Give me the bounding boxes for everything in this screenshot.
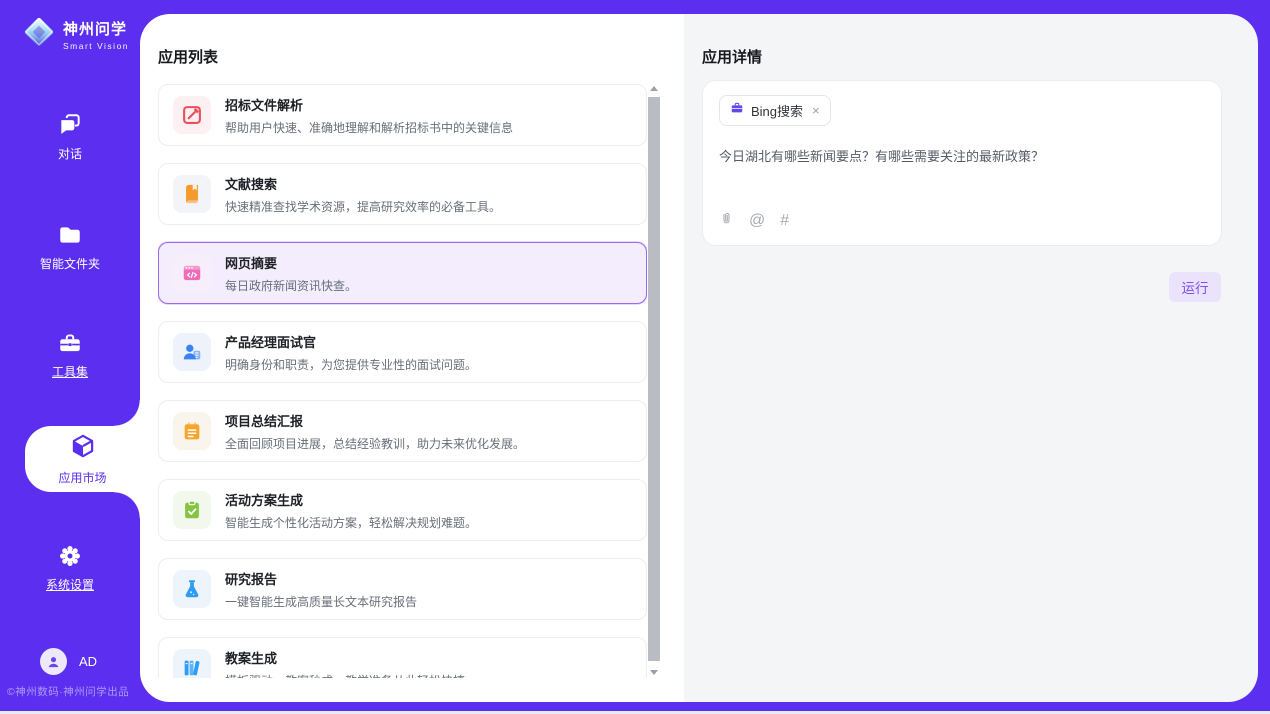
sidebar: 神州问学 Smart Vision 对话 智能文件夹	[0, 0, 140, 711]
app-card-research-report[interactable]: 研究报告 一键智能生成高质量长文本研究报告	[158, 558, 647, 620]
run-button[interactable]: 运行	[1169, 272, 1221, 302]
app-list-title: 应用列表	[158, 46, 218, 67]
app-card-bid-parsing[interactable]: 招标文件解析 帮助用户快速、准确地理解和解析招标书中的关键信息	[158, 84, 647, 146]
scroll-down-button[interactable]	[648, 666, 660, 678]
paperclip-icon[interactable]	[719, 210, 734, 232]
at-mention-icon[interactable]: @	[749, 213, 765, 229]
gear-icon	[0, 543, 140, 569]
app-card-title: 教案生成	[225, 648, 465, 667]
sidebar-item-label: 应用市场	[58, 469, 106, 486]
toolbox-icon	[0, 330, 140, 356]
hash-tag-icon[interactable]: #	[780, 213, 789, 229]
scrollbar-thumb[interactable]	[648, 97, 660, 661]
app-card-desc: 智能生成个性化活动方案，轻松解决规划难题。	[225, 514, 477, 531]
app-list-scrollbar[interactable]	[648, 82, 660, 678]
contract-edit-icon	[173, 96, 211, 134]
avatar	[40, 648, 67, 675]
research-flask-icon	[173, 570, 211, 608]
app-card-desc: 每日政府新闻资讯快查。	[225, 277, 357, 294]
sidebar-item-label: 工具集	[0, 363, 140, 380]
sidebar-item-toolset[interactable]: 工具集	[0, 330, 140, 380]
tool-tag-label: Bing搜索	[751, 101, 803, 120]
sidebar-item-settings[interactable]: 系统设置	[0, 543, 140, 593]
app-card-desc: 模板驱动，教案秒成，教学准备从此轻松快捷	[225, 672, 465, 679]
app-card-title: 产品经理面试官	[225, 332, 477, 351]
user-account[interactable]: AD	[40, 648, 97, 675]
tab-curve-top	[114, 400, 140, 426]
plan-clipboard-icon	[173, 491, 211, 529]
sidebar-item-label: 对话	[0, 145, 140, 162]
app-card-desc: 帮助用户快速、准确地理解和解析招标书中的关键信息	[225, 119, 513, 136]
book-icon	[173, 175, 211, 213]
briefcase-icon	[730, 101, 744, 120]
sidebar-item-chat[interactable]: 对话	[0, 112, 140, 162]
close-icon[interactable]: ×	[810, 103, 820, 118]
query-input[interactable]: 今日湖北有哪些新闻要点？有哪些需要关注的最新政策？	[719, 147, 1205, 167]
app-card-pm-interviewer[interactable]: 产品经理面试官 明确身份和职责，为您提供专业性的面试问题。	[158, 321, 647, 383]
webpage-code-icon	[173, 254, 211, 292]
lesson-books-icon	[173, 649, 211, 678]
sidebar-item-smart-folder[interactable]: 智能文件夹	[0, 222, 140, 272]
tool-tag-bing-search[interactable]: Bing搜索 ×	[719, 95, 831, 126]
attachment-toolbar: @ #	[719, 210, 789, 232]
app-card-title: 研究报告	[225, 569, 417, 588]
chat-icon	[0, 112, 140, 138]
brand-name: 神州问学	[63, 18, 129, 39]
sidebar-item-app-market[interactable]: 应用市场	[25, 426, 140, 492]
prompt-card: Bing搜索 × 今日湖北有哪些新闻要点？有哪些需要关注的最新政策？ @ #	[702, 80, 1222, 246]
tab-curve-bottom	[114, 492, 140, 518]
app-card-title: 文献搜索	[225, 174, 501, 193]
app-card-title: 项目总结汇报	[225, 411, 525, 430]
app-card-title: 招标文件解析	[225, 95, 513, 114]
app-card-desc: 一键智能生成高质量长文本研究报告	[225, 593, 417, 610]
report-note-icon	[173, 412, 211, 450]
copyright-footer: ©神州数码·神州问学出品	[7, 684, 129, 699]
sidebar-item-label: 智能文件夹	[0, 255, 140, 272]
brand-logo: 神州问学 Smart Vision	[22, 15, 129, 54]
brand-subtitle: Smart Vision	[63, 41, 129, 51]
app-card-desc: 全面回顾项目进展，总结经验教训，助力未来优化发展。	[225, 435, 525, 452]
app-detail-panel: 应用详情 Bing搜索 × 今日湖北有哪些新闻要点？有哪些需要关注的最新政策？	[684, 14, 1258, 702]
app-card-title: 活动方案生成	[225, 490, 477, 509]
app-list: 招标文件解析 帮助用户快速、准确地理解和解析招标书中的关键信息 文献搜索	[158, 84, 647, 678]
app-card-webpage-summary[interactable]: 网页摘要 每日政府新闻资讯快查。	[158, 242, 647, 304]
diamond-logo-icon	[22, 15, 56, 54]
interviewer-icon	[173, 333, 211, 371]
app-card-desc: 明确身份和职责，为您提供专业性的面试问题。	[225, 356, 477, 373]
scroll-up-button[interactable]	[648, 82, 660, 94]
cube-icon	[70, 433, 96, 464]
app-card-project-summary[interactable]: 项目总结汇报 全面回顾项目进展，总结经验教训，助力未来优化发展。	[158, 400, 647, 462]
user-name: AD	[79, 654, 97, 669]
main-content: 应用列表 招标文件解析 帮助用户快速、准确地理解和解析招标书中的关键信息	[140, 14, 1258, 702]
app-card-event-plan[interactable]: 活动方案生成 智能生成个性化活动方案，轻松解决规划难题。	[158, 479, 647, 541]
app-card-desc: 快速精准查找学术资源，提高研究效率的必备工具。	[225, 198, 501, 215]
app-detail-title: 应用详情	[702, 46, 762, 67]
app-card-title: 网页摘要	[225, 253, 357, 272]
sidebar-item-label: 系统设置	[0, 576, 140, 593]
folder-icon	[0, 222, 140, 248]
app-list-panel: 应用列表 招标文件解析 帮助用户快速、准确地理解和解析招标书中的关键信息	[140, 14, 684, 702]
app-card-literature-search[interactable]: 文献搜索 快速精准查找学术资源，提高研究效率的必备工具。	[158, 163, 647, 225]
app-card-lesson-plan[interactable]: 教案生成 模板驱动，教案秒成，教学准备从此轻松快捷	[158, 637, 647, 678]
